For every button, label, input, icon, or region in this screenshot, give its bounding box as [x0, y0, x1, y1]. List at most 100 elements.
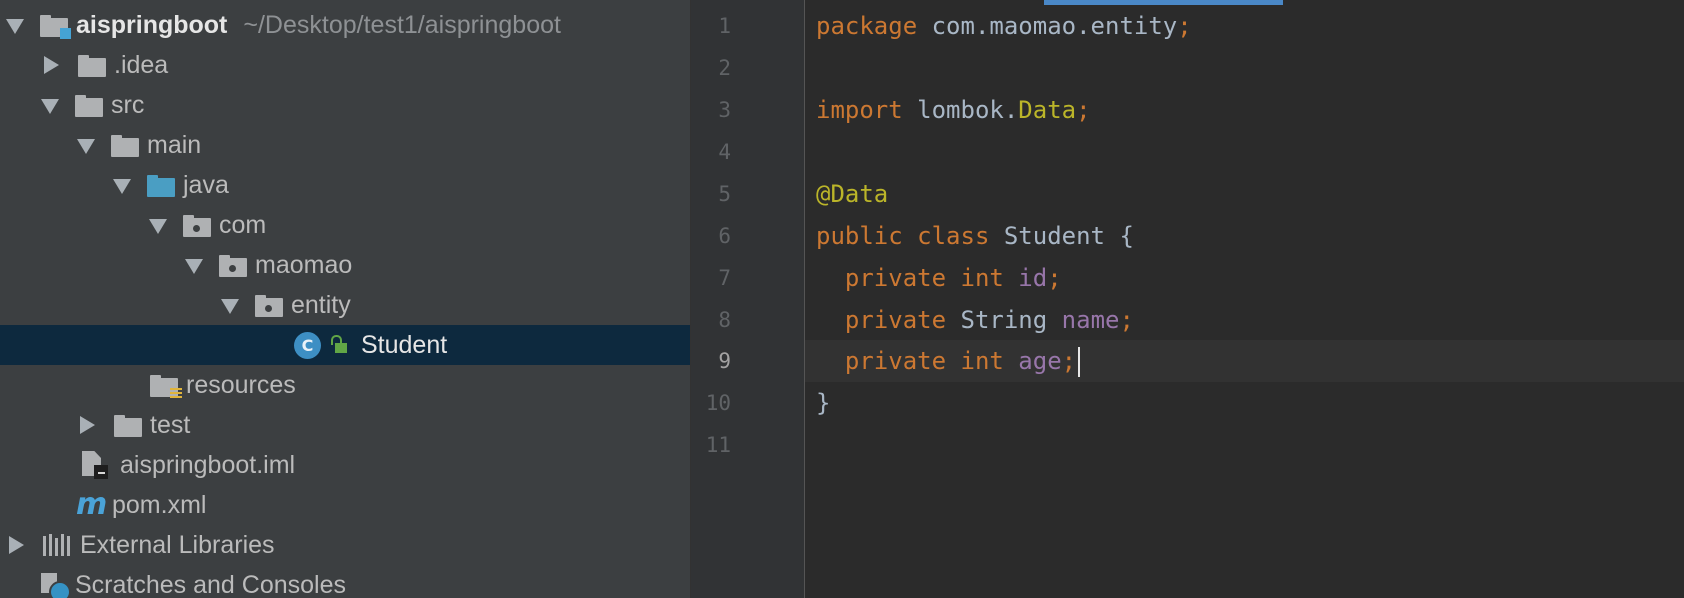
tree-item-external-libraries[interactable]: External Libraries [0, 525, 690, 565]
folder-icon [78, 55, 106, 77]
tree-item-idea[interactable]: .idea [0, 45, 690, 85]
tree-item-label: aispringboot.iml [120, 450, 296, 479]
code-text: } [816, 389, 831, 417]
line-number: 4 [718, 140, 731, 164]
line-number: 1 [718, 14, 731, 38]
line-number: 2 [718, 56, 731, 80]
tree-item-main[interactable]: main [0, 125, 690, 165]
chevron-down-icon[interactable] [221, 298, 239, 314]
package-icon [219, 255, 247, 277]
project-path: ~/Desktop/test1/aispringboot [243, 10, 561, 39]
code-field: id [1003, 264, 1048, 292]
tree-item-java[interactable]: java [0, 165, 690, 205]
lock-open-icon [331, 335, 347, 353]
resources-folder-icon [150, 375, 182, 400]
tree-item-label: resources [186, 370, 296, 399]
code-punctuation: ; [1047, 264, 1062, 292]
tree-item-test[interactable]: test [0, 405, 690, 445]
code-keyword: import [816, 96, 903, 124]
code-punctuation: ; [1119, 306, 1134, 334]
chevron-down-icon[interactable] [113, 178, 131, 194]
folder-icon [75, 95, 103, 117]
tree-item-iml[interactable]: aispringboot.iml [0, 445, 690, 485]
tree-item-label: maomao [255, 250, 353, 279]
code-punctuation: ; [1061, 347, 1077, 375]
tree-item-resources[interactable]: resources [0, 365, 690, 405]
project-panel: aispringboot ~/Desktop/test1/aispringboo… [0, 0, 690, 598]
java-class-icon: C [294, 331, 321, 359]
tree-item-label: entity [291, 290, 351, 319]
chevron-right-icon[interactable] [44, 56, 59, 74]
gutter-divider [804, 0, 805, 598]
code-keyword: private [844, 306, 947, 334]
tree-item-label: com [219, 210, 267, 239]
chevron-right-icon[interactable] [80, 416, 95, 434]
code-text: com.maomao.entity [917, 12, 1178, 40]
code-keyword: package [816, 12, 918, 40]
code-type: String [946, 306, 1048, 334]
code-keyword: int [946, 264, 1004, 292]
chevron-right-icon[interactable] [9, 536, 24, 554]
tree-item-label: Student [361, 330, 448, 359]
code-field: age [1003, 347, 1062, 375]
line-number: 11 [705, 433, 731, 457]
code-line[interactable]: } [816, 382, 830, 424]
chevron-down-icon[interactable] [41, 98, 59, 114]
maven-icon: m [76, 487, 108, 522]
folder-icon [111, 135, 139, 157]
tree-item-scratches[interactable]: Scratches and Consoles [0, 565, 690, 598]
code-line[interactable]: private int id; [816, 257, 1062, 299]
line-number: 5 [718, 182, 731, 206]
folder-icon [114, 415, 142, 437]
tree-item-label: Scratches and Consoles [75, 570, 346, 598]
code-punctuation: ; [1177, 12, 1192, 40]
code-text: lombok. [902, 96, 1019, 124]
code-line[interactable]: import lombok.Data; [816, 89, 1091, 131]
code-annotation: @Data [816, 180, 889, 208]
code-keyword: private [844, 264, 947, 292]
tree-item-maomao[interactable]: maomao [0, 245, 690, 285]
code-line[interactable]: public class Student { [816, 215, 1134, 257]
line-number: 3 [718, 98, 731, 122]
chevron-down-icon[interactable] [6, 18, 24, 34]
tree-item-src[interactable]: src [0, 85, 690, 125]
code-keyword: private [844, 347, 947, 375]
module-folder-icon [40, 15, 71, 39]
chevron-down-icon[interactable] [149, 218, 167, 234]
code-line[interactable]: private String name; [816, 299, 1134, 341]
chevron-down-icon[interactable] [77, 138, 95, 154]
tree-item-label: src [111, 90, 145, 119]
text-caret [1078, 347, 1081, 377]
tree-item-label: aispringboot [76, 10, 228, 39]
tree-item-label: pom.xml [112, 490, 207, 519]
library-icon [43, 534, 70, 556]
tree-item-label: java [183, 170, 229, 199]
line-number: 6 [718, 224, 731, 248]
tree-item-student[interactable]: C Student [0, 325, 690, 365]
code-line[interactable]: package com.maomao.entity; [816, 5, 1192, 47]
package-icon [255, 295, 283, 317]
package-icon [183, 215, 211, 237]
tree-item-label: test [150, 410, 191, 439]
code-text: Student { [989, 222, 1134, 250]
iml-file-icon [82, 451, 110, 479]
tree-item-pom[interactable]: m pom.xml [0, 485, 690, 525]
code-annotation: Data [1018, 96, 1077, 124]
tree-item-label: .idea [114, 50, 169, 79]
line-number-current: 9 [718, 349, 731, 373]
line-number: 10 [705, 391, 731, 415]
code-keyword: public [816, 222, 903, 250]
code-keyword: int [946, 347, 1004, 375]
line-number: 8 [718, 308, 731, 332]
code-field: name [1047, 306, 1120, 334]
tree-item-label: External Libraries [80, 530, 275, 559]
code-line-current[interactable]: private int age; [816, 340, 1081, 382]
tree-item-entity[interactable]: entity [0, 285, 690, 325]
source-folder-icon [147, 175, 175, 197]
tree-item-root[interactable]: aispringboot ~/Desktop/test1/aispringboo… [0, 5, 690, 45]
chevron-down-icon[interactable] [185, 258, 203, 274]
code-line[interactable]: @Data [816, 173, 888, 215]
scratches-icon [41, 573, 71, 598]
tree-item-com[interactable]: com [0, 205, 690, 245]
line-number: 7 [718, 266, 731, 290]
